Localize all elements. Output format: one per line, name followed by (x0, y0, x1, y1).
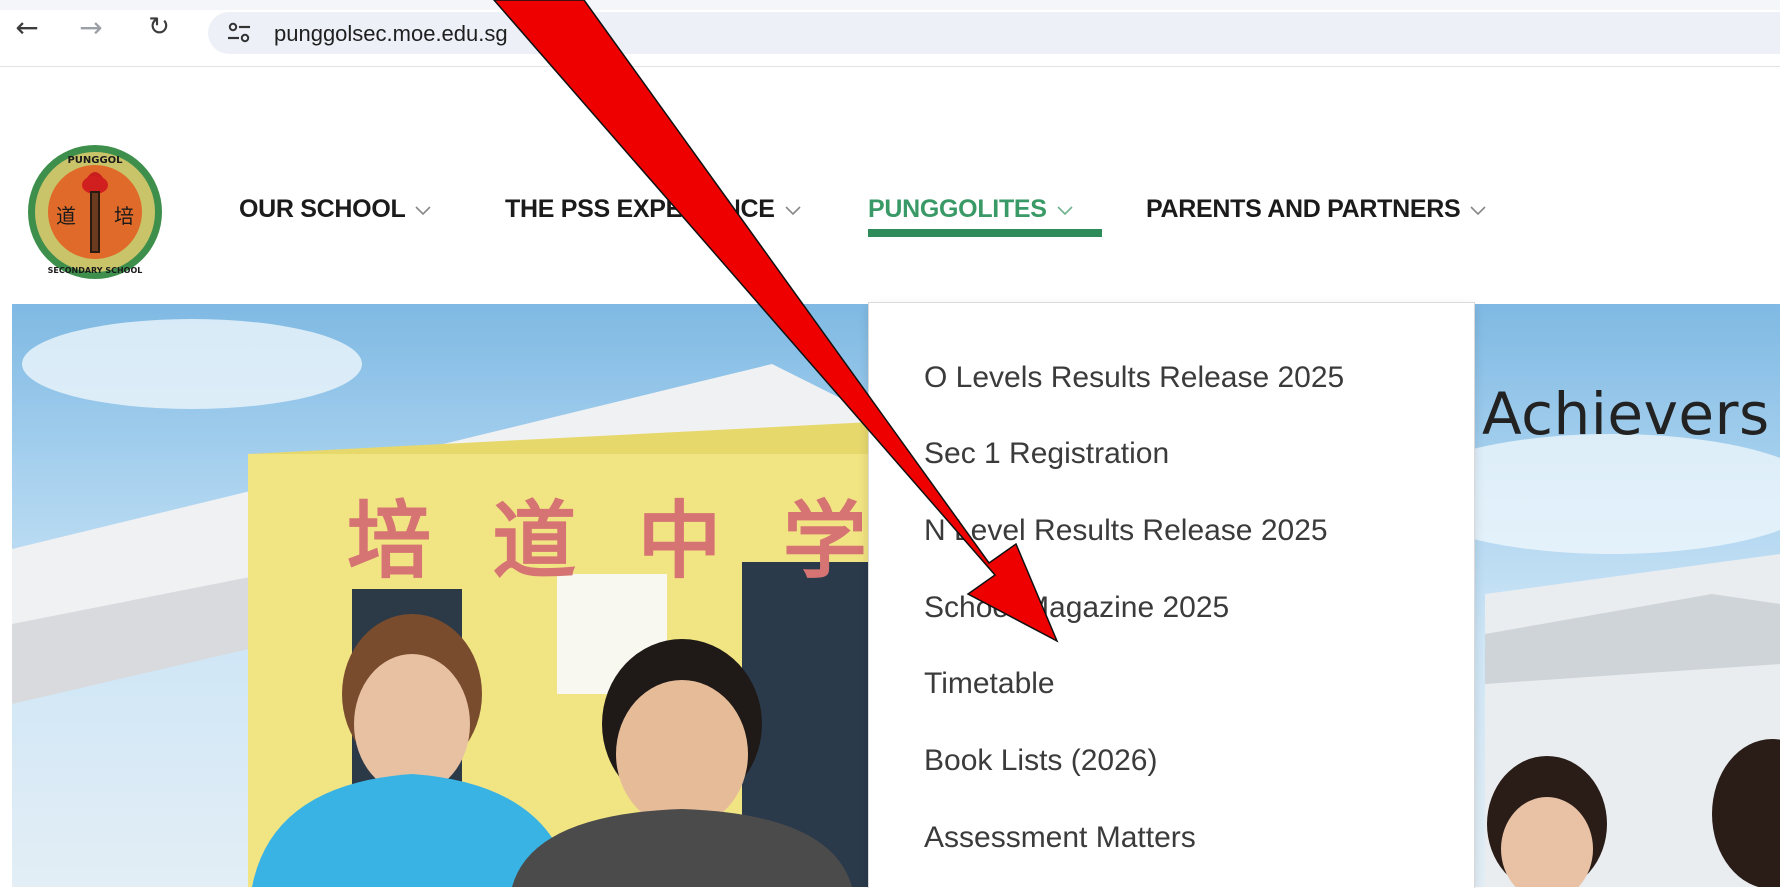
dropdown-item-n-levels[interactable]: N Level Results Release 2025 (924, 514, 1328, 548)
nav-pss-experience[interactable]: THE PSS EXPERIENCE (505, 195, 802, 224)
building-sign: 培 道 中 学 (347, 491, 883, 590)
browser-toolbar: ← → ↻ punggolsec.moe.edu.sg (0, 0, 1780, 67)
nav-our-school[interactable]: OUR SCHOOL (239, 195, 432, 224)
nav-label: THE PSS EXPERIENCE (505, 195, 775, 223)
chevron-down-icon (785, 205, 801, 215)
site-header: PUNGGOL SECONDARY SCHOOL 道 培 OUR SCHOOL … (0, 67, 1780, 304)
tab-strip-edge (0, 0, 1780, 10)
chevron-down-icon (415, 205, 432, 215)
dropdown-item-school-magazine[interactable]: School Magazine 2025 (924, 591, 1229, 625)
nav-punggolites[interactable]: PUNGGOLITES (868, 195, 1074, 224)
chevron-down-icon (1057, 205, 1073, 215)
main-navigation: OUR SCHOOL THE PSS EXPERIENCE PUNGGOLITE… (0, 67, 1780, 304)
dropdown-item-book-lists[interactable]: Book Lists (2026) (924, 744, 1157, 778)
forward-arrow-icon[interactable]: → (74, 10, 108, 44)
dropdown-item-timetable[interactable]: Timetable (924, 667, 1055, 701)
dropdown-item-assessment[interactable]: Assessment Matters (924, 821, 1196, 855)
chevron-down-icon (1470, 205, 1486, 215)
reload-icon[interactable]: ↻ (142, 10, 176, 44)
url-text[interactable]: punggolsec.moe.edu.sg (274, 21, 508, 47)
dropdown-item-sec1-registration[interactable]: Sec 1 Registration (924, 437, 1169, 471)
address-bar[interactable]: punggolsec.moe.edu.sg (208, 12, 1780, 54)
dropdown-item-o-levels[interactable]: O Levels Results Release 2025 (924, 361, 1344, 395)
nav-label: PARENTS AND PARTNERS (1146, 195, 1461, 223)
back-arrow-icon[interactable]: ← (10, 10, 44, 44)
nav-label: PUNGGOLITES (868, 195, 1047, 223)
active-nav-underline (868, 229, 1102, 237)
nav-label: OUR SCHOOL (239, 195, 406, 223)
hero-title: Achievers (1482, 380, 1770, 448)
tune-icon[interactable] (226, 21, 252, 45)
nav-parents-partners[interactable]: PARENTS AND PARTNERS (1146, 195, 1487, 224)
punggolites-dropdown: O Levels Results Release 2025 Sec 1 Regi… (868, 302, 1475, 888)
